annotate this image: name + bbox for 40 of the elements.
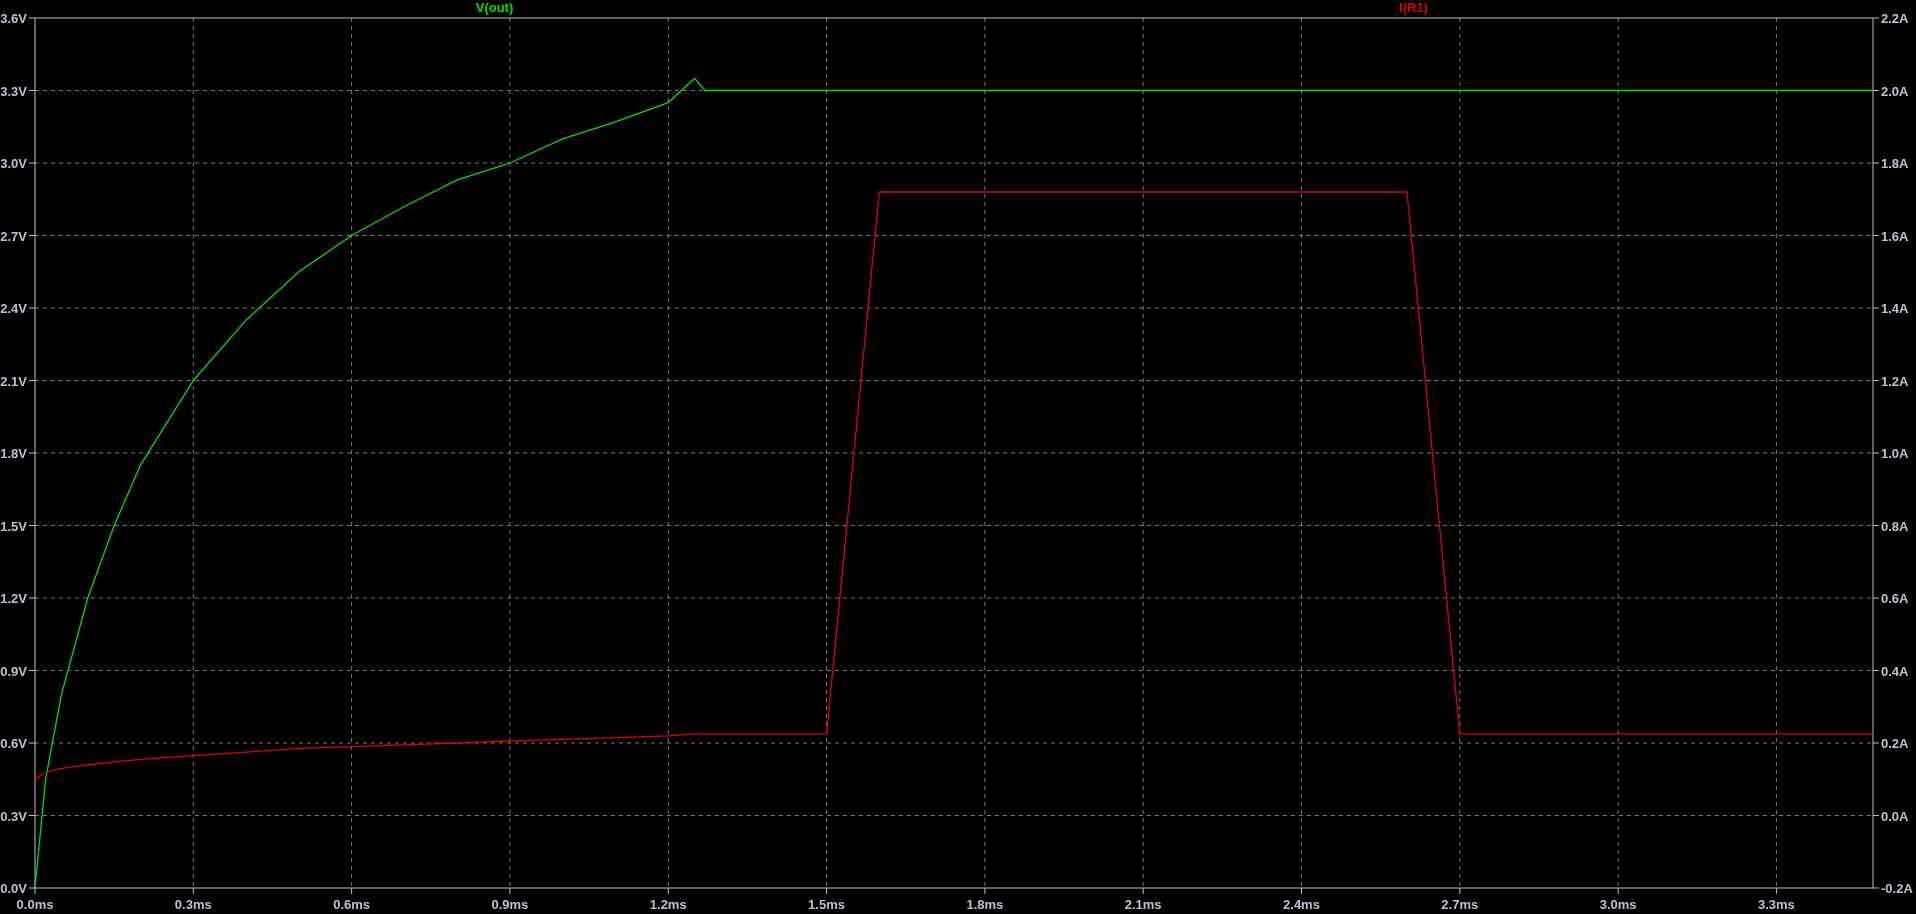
axis-tick-label: 0.0ms xyxy=(16,897,54,912)
axis-tick-label: 1.8V xyxy=(0,446,27,461)
axis-tick-label: 3.0ms xyxy=(1599,897,1637,912)
axis-tick-label: 1.8A xyxy=(1881,156,1909,171)
axis-tick-label: 0.3ms xyxy=(174,897,212,912)
axis-tick-label: 0.0A xyxy=(1881,808,1909,824)
axis-tick-label: 0.0V xyxy=(0,881,27,896)
axis-tick-label: 2.1V xyxy=(0,373,27,389)
axis-tick-label: 1.0A xyxy=(1881,446,1909,461)
axis-tick-label: 1.4A xyxy=(1881,301,1909,316)
axis-tick-label: 0.6A xyxy=(1881,591,1909,606)
axis-tick-label: 3.6V xyxy=(0,11,27,26)
axis-tick-label: 2.2A xyxy=(1881,11,1909,26)
axis-tick-label: 0.9ms xyxy=(491,897,529,912)
axis-tick-label: 0.3V xyxy=(0,808,27,824)
axis-tick-label: 1.5ms xyxy=(808,897,845,912)
trace-label[interactable]: I(R1) xyxy=(1399,0,1428,15)
axis-tick-label: 0.6V xyxy=(0,736,27,751)
axis-tick-label: 1.5V xyxy=(0,518,27,534)
axis-tick-label: 0.6ms xyxy=(333,897,371,912)
axis-tick-label: 3.3V xyxy=(0,83,27,99)
axis-tick-label: 0.8A xyxy=(1881,518,1909,534)
axis-tick-label: 2.7ms xyxy=(1441,897,1479,912)
axis-tick-label: 1.6A xyxy=(1881,228,1909,244)
axis-tick-label: 1.2V xyxy=(0,591,27,606)
axis-tick-label: 0.4A xyxy=(1881,663,1909,679)
axis-tick-label: 1.2ms xyxy=(649,897,687,912)
axis-tick-label: 1.8ms xyxy=(966,897,1004,912)
axis-tick-label: 3.0V xyxy=(0,156,27,171)
axis-tick-label: 2.4ms xyxy=(1283,897,1320,912)
axis-tick-label: 2.4V xyxy=(0,301,27,316)
trace-label[interactable]: V(out) xyxy=(475,0,514,15)
axis-tick-label: 2.0A xyxy=(1881,83,1909,99)
axis-tick-label: 3.3ms xyxy=(1758,897,1795,912)
axis-tick-label: 1.2A xyxy=(1881,373,1909,389)
axis-tick-label: 0.9V xyxy=(0,663,27,679)
axis-tick-label: 2.7V xyxy=(0,228,27,244)
axis-tick-label: 2.1ms xyxy=(1124,897,1162,912)
axis-tick-label: -0.2A xyxy=(1881,881,1913,896)
axis-tick-label: 0.2A xyxy=(1881,736,1909,751)
